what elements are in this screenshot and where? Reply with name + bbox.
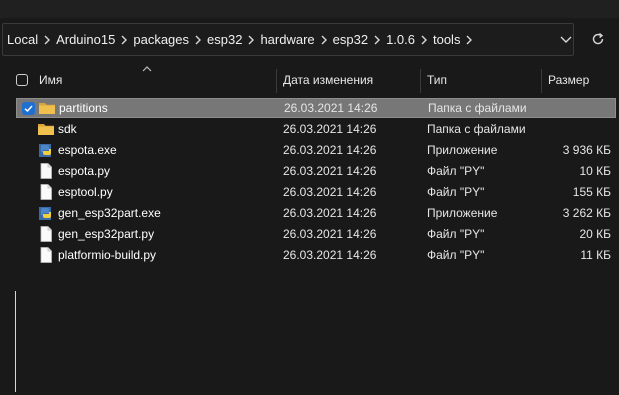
file-date-modified: 26.03.2021 14:26 xyxy=(283,227,377,241)
python-exe-icon xyxy=(37,204,55,222)
column-divider[interactable] xyxy=(541,69,542,93)
document-icon xyxy=(37,225,55,243)
breadcrumb-item-arduino15[interactable]: Arduino15 xyxy=(55,32,116,47)
file-type: Файл "PY" xyxy=(427,227,485,241)
file-size: 155 КБ xyxy=(572,185,611,199)
file-name[interactable]: espota.py xyxy=(58,161,110,181)
breadcrumb-separator-icon[interactable] xyxy=(316,33,332,47)
file-size: 3 262 КБ xyxy=(562,206,611,220)
breadcrumb-separator-icon[interactable] xyxy=(416,33,432,47)
file-row[interactable]: esptool.py 26.03.2021 14:26 Файл "PY" 155 К… xyxy=(16,182,616,202)
folder-icon xyxy=(37,120,55,138)
breadcrumb: Local Arduino15 packages esp32 hardware … xyxy=(6,24,477,55)
column-header-size[interactable]: Размер xyxy=(548,67,589,94)
window-top-strip xyxy=(0,0,619,18)
file-name[interactable]: gen_esp32part.py xyxy=(58,224,154,244)
file-type: Файл "PY" xyxy=(427,248,485,262)
address-bar[interactable]: Local Arduino15 packages esp32 hardware … xyxy=(2,23,574,56)
document-icon xyxy=(37,183,55,201)
refresh-icon[interactable] xyxy=(590,31,606,47)
file-type: Приложение xyxy=(427,206,498,220)
file-date-modified: 26.03.2021 14:26 xyxy=(283,122,377,136)
file-name[interactable]: espota.exe xyxy=(58,140,117,160)
file-row[interactable]: partitions 26.03.2021 14:26 Папка с файлам… xyxy=(16,98,616,118)
breadcrumb-separator-icon[interactable] xyxy=(461,33,477,47)
file-size: 11 КБ xyxy=(580,248,611,262)
file-row[interactable]: espota.exe 26.03.2021 14:26 Приложение 3 93… xyxy=(16,140,616,160)
python-exe-icon xyxy=(37,141,55,159)
breadcrumb-separator-icon[interactable] xyxy=(116,33,132,47)
file-type: Приложение xyxy=(427,143,498,157)
column-header-type[interactable]: Тип xyxy=(427,67,447,94)
file-name[interactable]: esptool.py xyxy=(58,182,113,202)
file-date-modified: 26.03.2021 14:26 xyxy=(283,185,377,199)
breadcrumb-item-tools[interactable]: tools xyxy=(432,32,461,47)
breadcrumb-item-esp32-2[interactable]: esp32 xyxy=(332,32,369,47)
file-row[interactable]: gen_esp32part.exe 26.03.2021 14:26 Приложе… xyxy=(16,203,616,223)
breadcrumb-item-hardware[interactable]: hardware xyxy=(259,32,315,47)
file-date-modified: 26.03.2021 14:26 xyxy=(283,143,377,157)
text-cursor xyxy=(15,291,16,392)
breadcrumb-separator-icon[interactable] xyxy=(39,33,55,47)
file-date-modified: 26.03.2021 14:26 xyxy=(283,164,377,178)
file-date-modified: 26.03.2021 14:26 xyxy=(284,101,378,115)
breadcrumb-separator-icon[interactable] xyxy=(369,33,385,47)
checkmark-icon xyxy=(24,105,33,113)
file-size: 20 КБ xyxy=(579,227,611,241)
file-name[interactable]: gen_esp32part.exe xyxy=(58,203,161,223)
file-type: Папка с файлами xyxy=(428,101,527,115)
breadcrumb-item-version[interactable]: 1.0.6 xyxy=(385,32,416,47)
document-icon xyxy=(37,162,55,180)
column-header-name[interactable]: Имя xyxy=(39,67,62,94)
file-size: 10 КБ xyxy=(579,164,611,178)
file-type: Файл "PY" xyxy=(427,185,485,199)
file-name[interactable]: partitions xyxy=(59,98,108,118)
column-divider[interactable] xyxy=(276,69,277,93)
breadcrumb-separator-icon[interactable] xyxy=(190,33,206,47)
file-date-modified: 26.03.2021 14:26 xyxy=(283,248,377,262)
file-type: Файл "PY" xyxy=(427,164,485,178)
file-name[interactable]: sdk xyxy=(58,119,77,139)
breadcrumb-item-local[interactable]: Local xyxy=(6,32,39,47)
row-checkbox-checked[interactable] xyxy=(22,102,35,115)
column-header: Имя Дата изменения Тип Размер xyxy=(0,67,619,94)
file-size: 3 936 КБ xyxy=(562,143,611,157)
chevron-down-icon[interactable] xyxy=(558,31,574,47)
breadcrumb-item-esp32[interactable]: esp32 xyxy=(206,32,243,47)
folder-icon xyxy=(38,99,56,117)
breadcrumb-item-packages[interactable]: packages xyxy=(132,32,190,47)
file-row[interactable]: sdk 26.03.2021 14:26 Папка с файлами xyxy=(16,119,616,139)
file-row[interactable]: platformio-build.py 26.03.2021 14:26 Файл … xyxy=(16,245,616,265)
file-row[interactable]: espota.py 26.03.2021 14:26 Файл "PY" 10 КБ xyxy=(16,161,616,181)
breadcrumb-separator-icon[interactable] xyxy=(243,33,259,47)
document-icon xyxy=(37,246,55,264)
file-date-modified: 26.03.2021 14:26 xyxy=(283,206,377,220)
column-header-date[interactable]: Дата изменения xyxy=(283,67,373,94)
file-row[interactable]: gen_esp32part.py 26.03.2021 14:26 Файл "PY… xyxy=(16,224,616,244)
file-name[interactable]: platformio-build.py xyxy=(58,245,156,265)
file-type: Папка с файлами xyxy=(427,122,526,136)
column-divider[interactable] xyxy=(420,69,421,93)
